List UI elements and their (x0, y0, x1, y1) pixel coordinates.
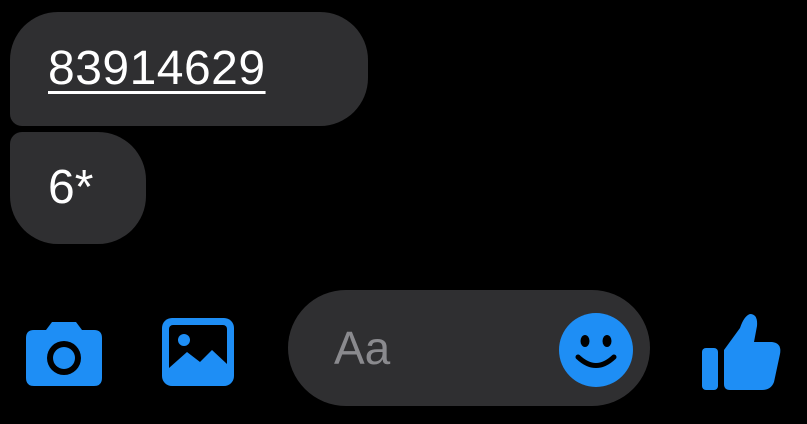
thumbs-up-icon[interactable] (700, 312, 784, 392)
message-composer[interactable]: Aa (288, 290, 650, 406)
image-gallery-icon[interactable] (160, 316, 236, 388)
camera-icon[interactable] (24, 318, 104, 388)
composer-placeholder: Aa (334, 322, 391, 374)
message-text: 6* (48, 161, 94, 214)
phone-number-link[interactable]: 83914629 (48, 45, 266, 93)
message-bubble-correction: 6* (10, 132, 146, 244)
message-bubble-phone: 83914629 (10, 12, 368, 126)
smiley-emoji-icon[interactable] (558, 312, 634, 388)
